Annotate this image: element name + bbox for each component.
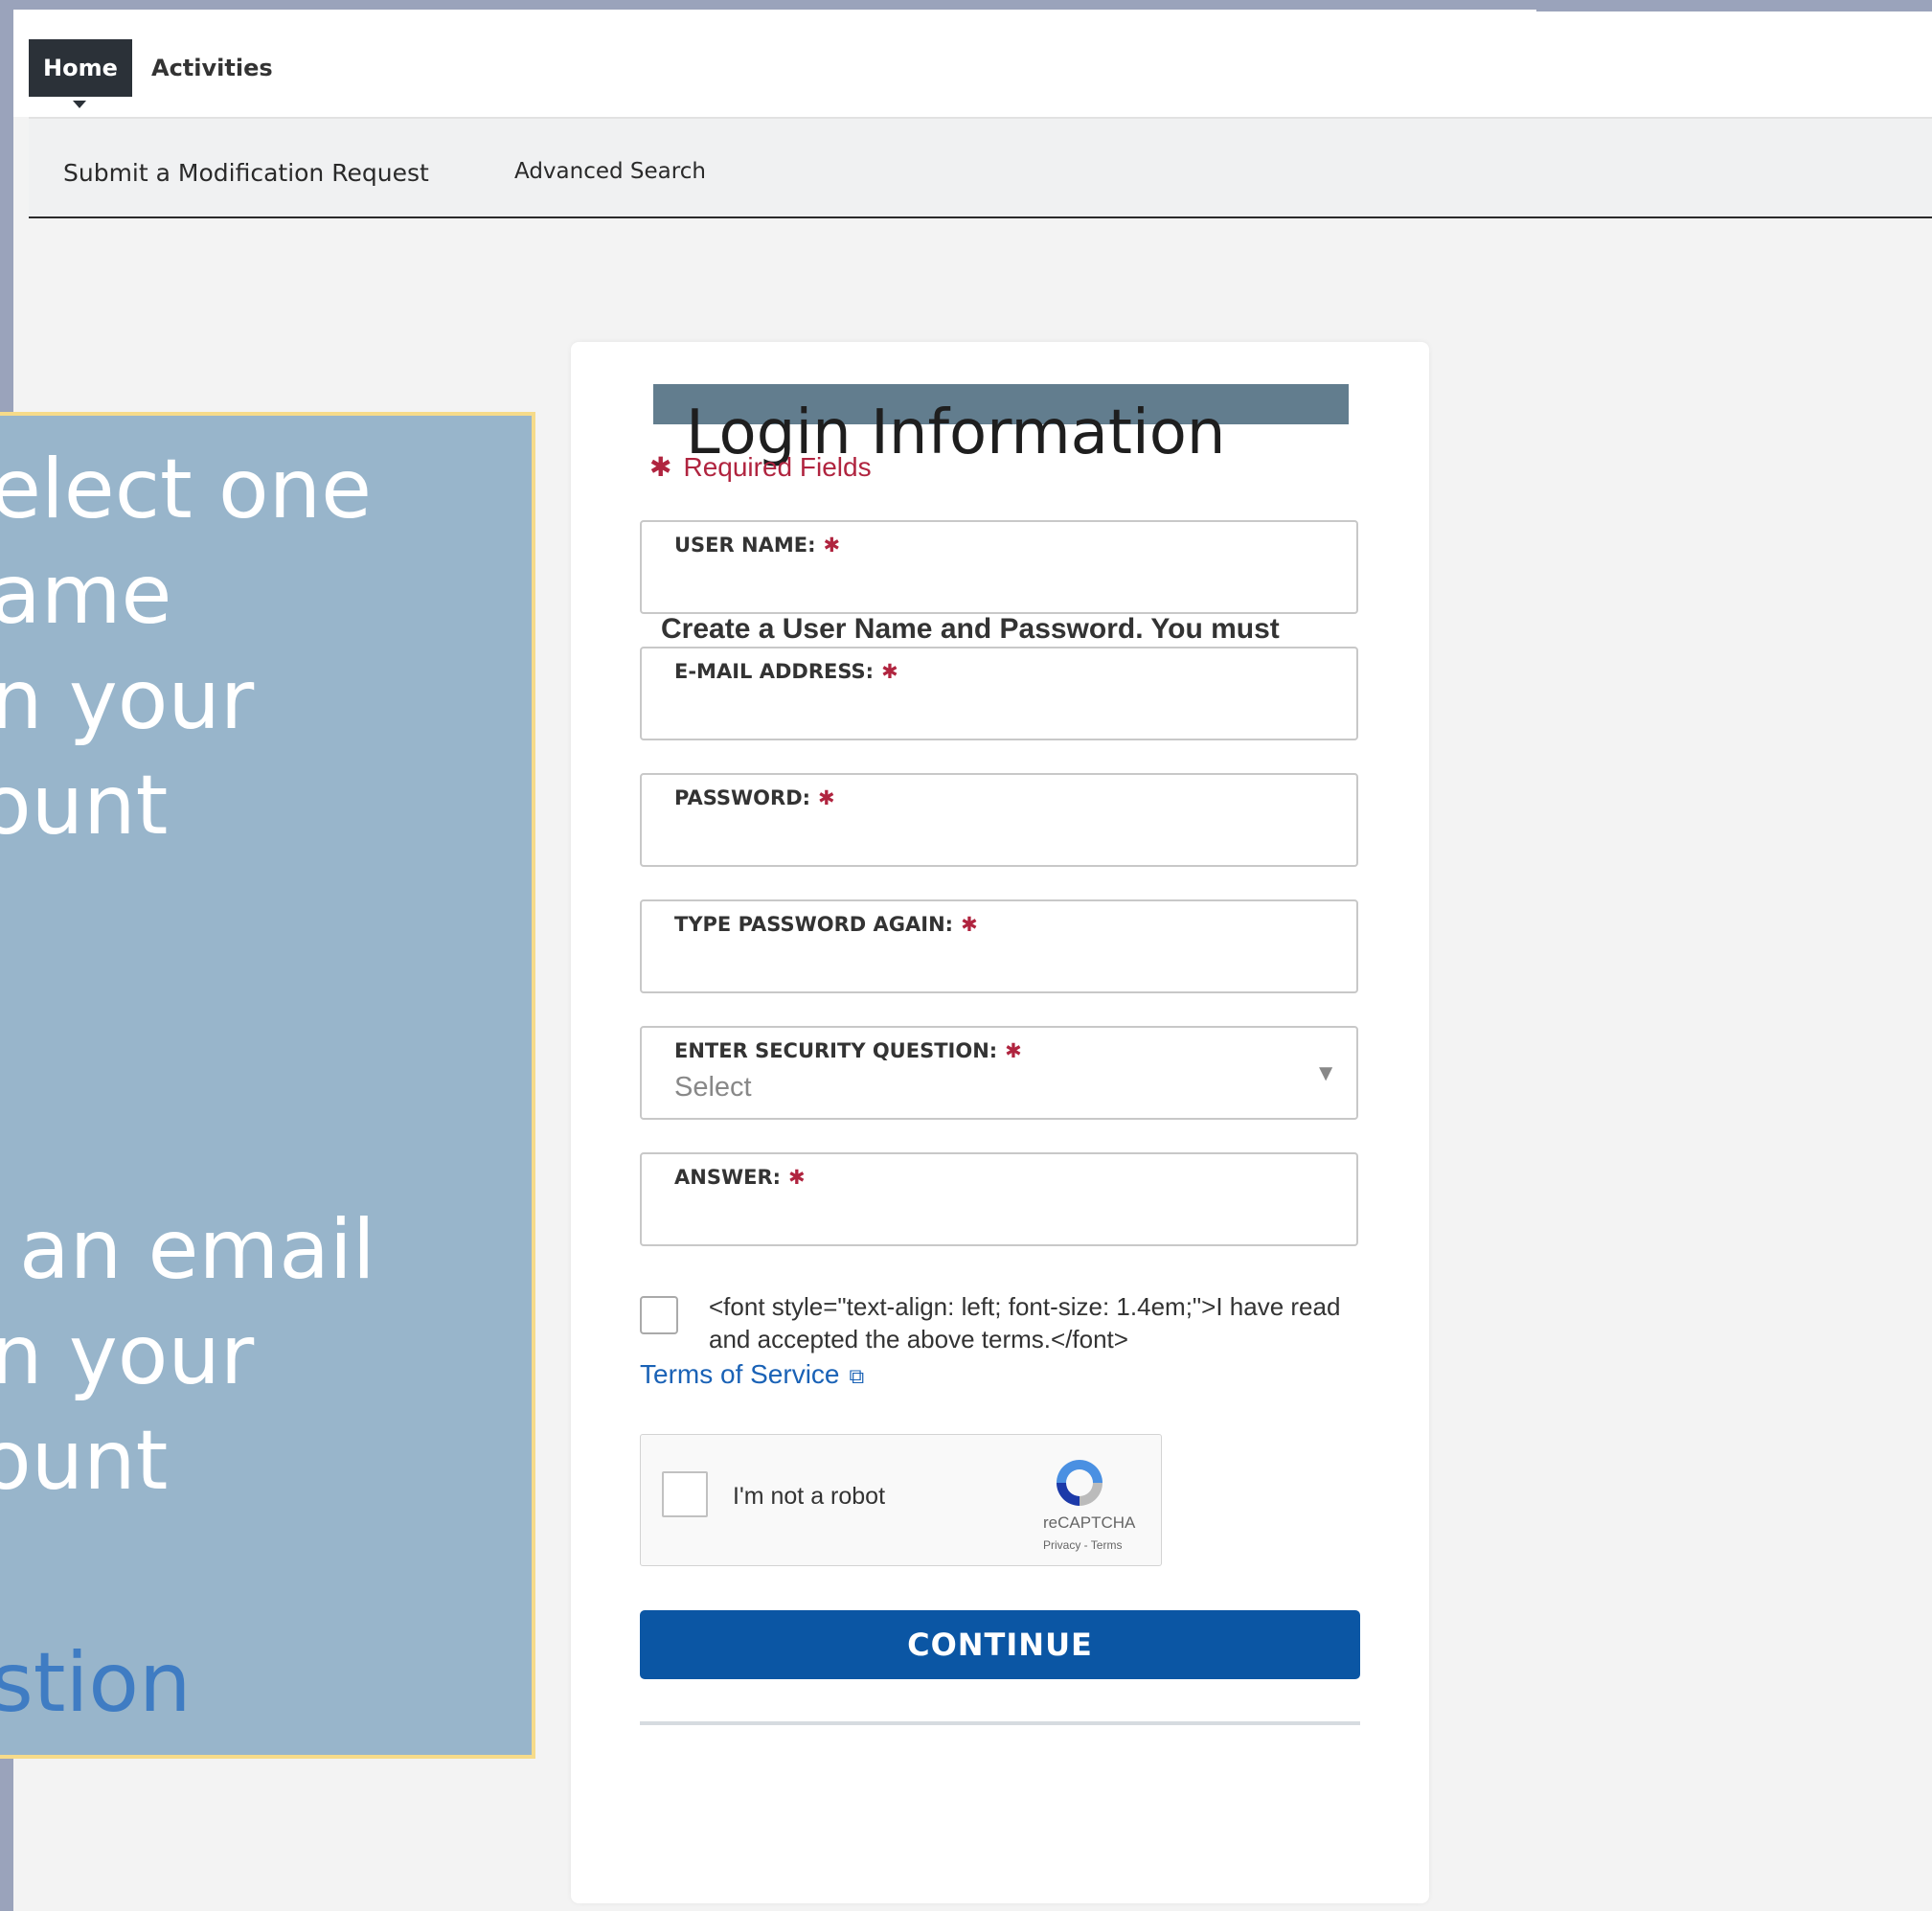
overlay-line: ame: [0, 547, 172, 643]
top-nav: Home Activities: [13, 10, 1932, 117]
security-question-label-text: ENTER SECURITY QUESTION:: [674, 1039, 998, 1062]
required-star-icon: ✱: [649, 452, 672, 482]
caret-down-icon: [73, 101, 86, 108]
external-link-icon: ⧉: [849, 1364, 865, 1388]
user-name-label-text: USER NAME:: [674, 534, 816, 557]
overlay-line: elect one: [0, 442, 373, 537]
user-name-label: USER NAME: ✱: [674, 534, 840, 557]
password-field[interactable]: PASSWORD: ✱: [640, 773, 1358, 867]
advanced-search-link[interactable]: Advanced Search: [514, 159, 706, 184]
answer-label-text: ANSWER:: [674, 1166, 782, 1189]
terms-of-service-link[interactable]: Terms of Service ⧉: [640, 1359, 864, 1390]
overlay-line: stion: [0, 1635, 192, 1731]
continue-button[interactable]: CONTINUE: [640, 1610, 1360, 1679]
recaptcha-links[interactable]: Privacy - Terms: [1043, 1538, 1122, 1552]
dropdown-arrow-icon: ▼: [1314, 1060, 1337, 1086]
tab-home[interactable]: Home: [29, 39, 132, 108]
email-label-text: E-MAIL ADDRESS:: [674, 660, 875, 683]
submit-modification-link[interactable]: Submit a Modification Request: [63, 159, 429, 187]
password-again-label-text: TYPE PASSWORD AGAIN:: [674, 913, 954, 936]
recaptcha-widget: I'm not a robot reCAPTCHA Privacy - Term…: [640, 1434, 1162, 1566]
security-question-value: Select: [674, 1072, 752, 1103]
overlay-line: an email: [19, 1202, 375, 1298]
overlay-line: n your: [0, 1308, 255, 1403]
email-label: E-MAIL ADDRESS: ✱: [674, 660, 898, 683]
overlay-line: n your: [0, 652, 255, 748]
recaptcha-label: I'm not a robot: [733, 1483, 886, 1510]
recaptcha-checkbox[interactable]: [662, 1471, 708, 1517]
tab-activities-label: Activities: [151, 55, 273, 81]
required-fields-text: Required Fields: [683, 452, 872, 482]
login-card: Login Information ✱ Required Fields USER …: [571, 342, 1429, 1903]
required-star-icon: ✱: [881, 660, 898, 683]
sub-nav: Submit a Modification Request Advanced S…: [29, 117, 1932, 218]
password-again-label: TYPE PASSWORD AGAIN: ✱: [674, 913, 978, 936]
answer-label: ANSWER: ✱: [674, 1166, 806, 1189]
required-star-icon: ✱: [818, 786, 835, 809]
email-field[interactable]: E-MAIL ADDRESS: ✱: [640, 647, 1358, 740]
overlay-line: ount: [0, 1413, 169, 1509]
helper-text: Create a User Name and Password. You mus…: [661, 613, 1280, 639]
recaptcha-icon: [1057, 1460, 1102, 1506]
divider: [640, 1721, 1360, 1725]
security-question-label: ENTER SECURITY QUESTION: ✱: [674, 1039, 1022, 1062]
tab-activities[interactable]: Activities: [151, 39, 273, 97]
terms-of-service-label: Terms of Service: [640, 1359, 840, 1389]
required-fields-note: ✱ Required Fields: [649, 451, 872, 483]
password-again-field[interactable]: TYPE PASSWORD AGAIN: ✱: [640, 899, 1358, 993]
user-name-field[interactable]: USER NAME: ✱: [640, 520, 1358, 614]
required-star-icon: ✱: [961, 913, 978, 936]
answer-field[interactable]: ANSWER: ✱: [640, 1152, 1358, 1246]
password-label: PASSWORD: ✱: [674, 786, 835, 809]
required-star-icon: ✱: [823, 534, 841, 557]
password-label-text: PASSWORD:: [674, 786, 811, 809]
tab-home-label: Home: [43, 55, 118, 81]
recaptcha-brand: reCAPTCHA: [1043, 1513, 1136, 1532]
terms-checkbox[interactable]: [640, 1296, 678, 1334]
required-star-icon: ✱: [1005, 1039, 1022, 1062]
security-question-select[interactable]: ENTER SECURITY QUESTION: ✱ Select ▼: [640, 1026, 1358, 1120]
instruction-overlay: elect one ame n your ount an email n you…: [0, 412, 535, 1759]
overlay-line: ount: [0, 758, 169, 853]
top-edge-line: [1536, 10, 1932, 11]
terms-text: <font style="text-align: left; font-size…: [709, 1292, 1341, 1354]
required-star-icon: ✱: [788, 1166, 806, 1189]
